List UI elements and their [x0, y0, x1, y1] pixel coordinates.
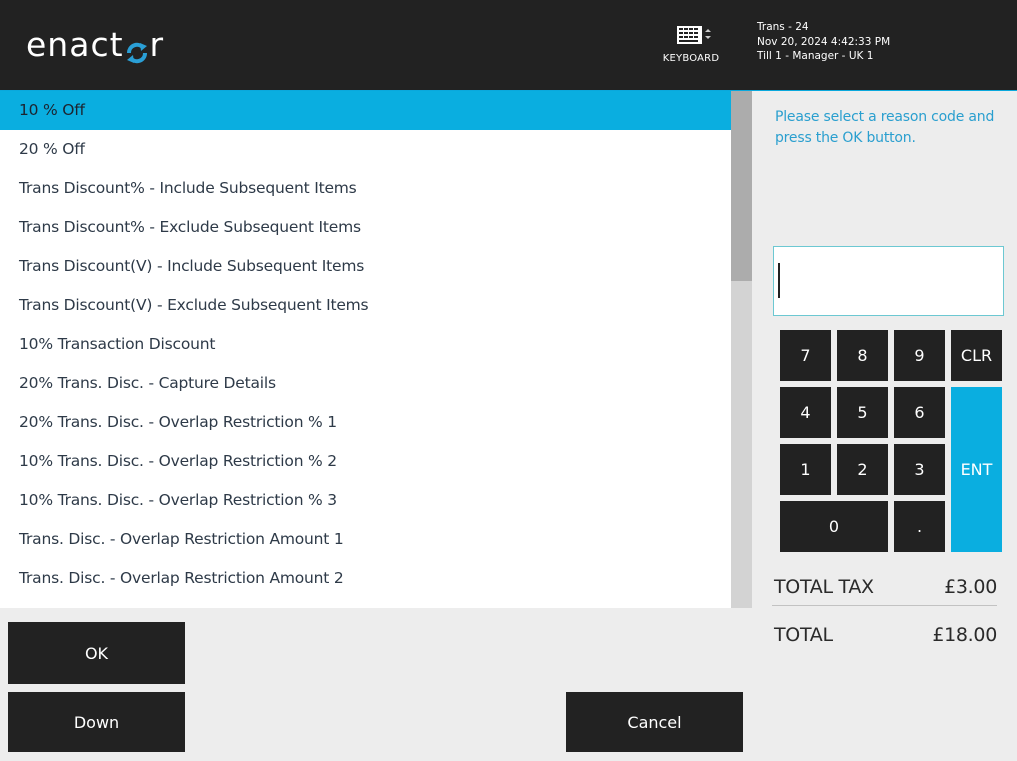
reason-code-list: 10 % Off 20 % Off Trans Discount% - Includ… — [0, 91, 731, 608]
reason-list-item[interactable]: Trans. Disc. - Overlap Restriction Amoun… — [0, 520, 731, 559]
reason-list-item[interactable]: 10% Trans. Disc. - Overlap Restriction %… — [0, 442, 731, 481]
total-value: £18.00 — [932, 624, 997, 646]
key-0[interactable]: 0 — [780, 501, 888, 552]
key-5[interactable]: 5 — [837, 387, 888, 438]
transaction-datetime: Nov 20, 2024 4:42:33 PM — [757, 35, 891, 48]
key-7[interactable]: 7 — [780, 330, 831, 381]
key-decimal[interactable]: . — [894, 501, 945, 552]
totals-divider — [772, 605, 997, 606]
key-enter[interactable]: ENT — [951, 387, 1002, 552]
pos-screen: enact r KEYBOARD Trans - 24 Nov 20, 2024… — [0, 0, 1017, 761]
reason-list-item[interactable]: Trans. Disc. - Overlap Restriction Amoun… — [0, 559, 731, 598]
total-label: TOTAL — [774, 624, 833, 646]
scrollbar-thumb[interactable] — [731, 91, 752, 281]
ok-button[interactable]: OK — [8, 622, 185, 684]
key-2[interactable]: 2 — [837, 444, 888, 495]
key-4[interactable]: 4 — [780, 387, 831, 438]
key-9[interactable]: 9 — [894, 330, 945, 381]
down-button[interactable]: Down — [8, 692, 185, 752]
keyboard-label: KEYBOARD — [662, 53, 720, 64]
reason-code-input[interactable] — [773, 246, 1004, 316]
logo-text-right: r — [149, 24, 165, 64]
reason-list-item[interactable]: 20 % Off — [0, 130, 731, 169]
reason-list-item[interactable]: Trans Discount(V) - Include Subsequent I… — [0, 247, 731, 286]
reason-list-item[interactable]: 10% Transaction Discount — [0, 325, 731, 364]
list-scrollbar[interactable] — [731, 91, 752, 608]
reason-list-item[interactable]: Trans Discount(V) - Exclude Subsequent I… — [0, 286, 731, 325]
keyboard-button[interactable]: KEYBOARD — [657, 22, 725, 64]
cancel-button[interactable]: Cancel — [566, 692, 743, 752]
header-bar: enact r KEYBOARD Trans - 24 Nov 20, 2024… — [0, 0, 1017, 91]
terminal-info: Till 1 - Manager - UK 1 — [757, 50, 874, 62]
key-3[interactable]: 3 — [894, 444, 945, 495]
transaction-number: Trans - 24 — [757, 21, 809, 33]
keyboard-icon — [677, 26, 711, 44]
logo-refresh-icon — [125, 34, 149, 64]
total-tax-row: TOTAL TAX £3.00 — [774, 576, 997, 598]
key-8[interactable]: 8 — [837, 330, 888, 381]
reason-list-item[interactable]: 10% Trans. Disc. - Overlap Restriction %… — [0, 481, 731, 520]
reason-list-item[interactable]: Trans Discount% - Include Subsequent Ite… — [0, 169, 731, 208]
instruction-prompt: Please select a reason code and press th… — [775, 109, 995, 146]
logo-text-left: enact — [26, 24, 124, 64]
reason-list-item[interactable]: Trans Discount% - Exclude Subsequent Ite… — [0, 208, 731, 247]
transaction-info: Trans - 24 Nov 20, 2024 4:42:33 PM Till … — [757, 20, 890, 64]
total-tax-value: £3.00 — [944, 576, 997, 598]
reason-list-item[interactable]: 20% Trans. Disc. - Overlap Restriction %… — [0, 403, 731, 442]
total-row: TOTAL £18.00 — [774, 624, 997, 646]
enactor-logo: enact r — [26, 24, 164, 64]
total-tax-label: TOTAL TAX — [774, 576, 874, 598]
key-clear[interactable]: CLR — [951, 330, 1002, 381]
reason-list-item[interactable]: 10 % Off — [0, 91, 731, 130]
text-caret — [778, 263, 780, 298]
key-1[interactable]: 1 — [780, 444, 831, 495]
reason-list-item[interactable]: 20% Trans. Disc. - Capture Details — [0, 364, 731, 403]
key-6[interactable]: 6 — [894, 387, 945, 438]
